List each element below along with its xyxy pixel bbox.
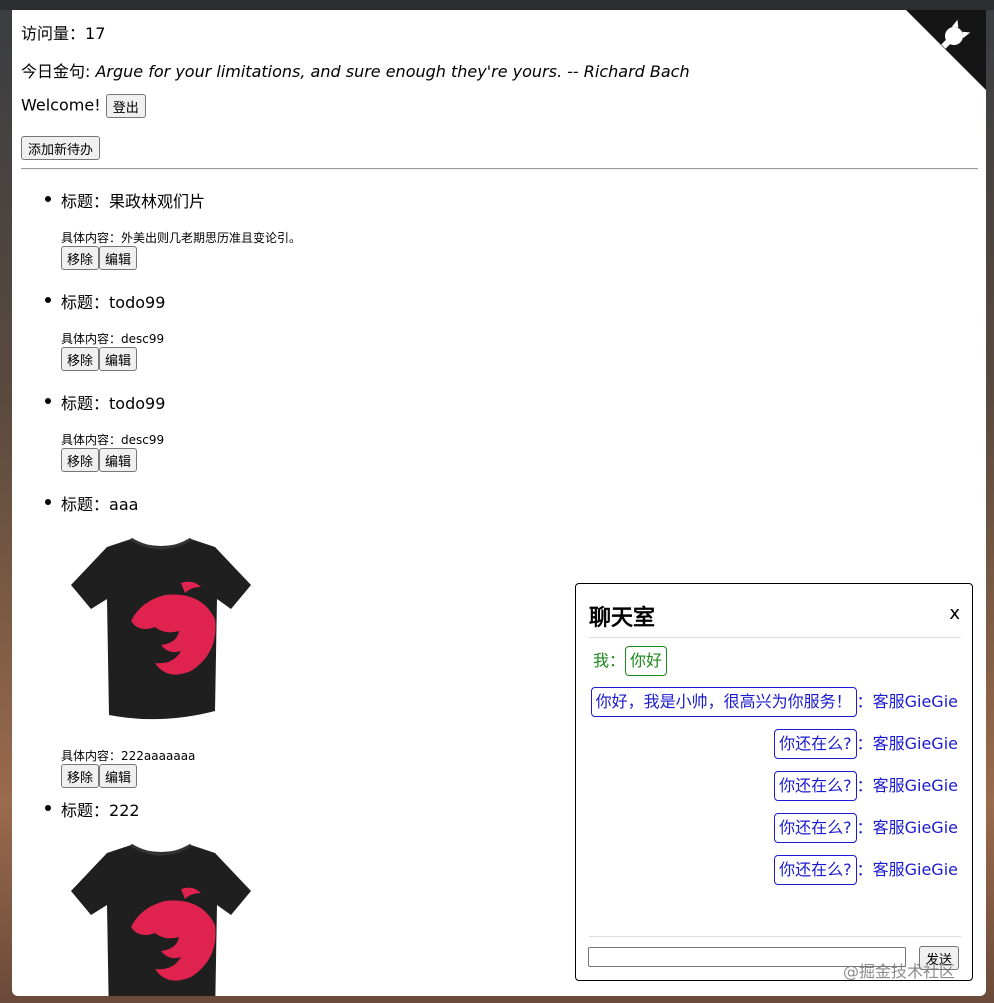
cs-name: ：客服GieGie — [856, 776, 958, 795]
my-label: 我： — [593, 651, 626, 670]
todo-desc: 具体内容：desc99 — [61, 431, 164, 448]
todo-desc-value: desc99 — [121, 332, 165, 346]
bullet-icon — [45, 297, 51, 303]
visits-label: 访问量： — [21, 24, 86, 43]
todo-actions: 移除 编辑 — [61, 347, 138, 371]
todo-desc-value: 外美出则几老期思历准且变论引。 — [121, 231, 302, 245]
bullet-icon — [45, 805, 51, 811]
todo-desc: 具体内容：222aaaaaaa — [61, 747, 195, 764]
cs-message-bubble: 你还在么? — [774, 771, 857, 801]
cs-message: 你还在么? ：客服GieGie — [774, 813, 958, 843]
todo-desc-label: 具体内容： — [61, 332, 122, 346]
todo-title-label: 标题： — [61, 293, 110, 312]
todo-title-value: 222 — [109, 801, 140, 820]
remove-button[interactable]: 移除 — [61, 246, 100, 270]
cs-message: 你好，我是小帅，很高兴为你服务！ ：客服GieGie — [590, 687, 958, 717]
github-corner-icon[interactable] — [906, 10, 986, 90]
cs-name: ：客服GieGie — [856, 818, 958, 837]
edit-button[interactable]: 编辑 — [99, 347, 138, 371]
todo-item: 标题：todo99 具体内容：desc99 移除 编辑 — [45, 390, 165, 472]
bullet-icon — [45, 196, 51, 202]
os-top-bar — [0, 0, 994, 10]
cs-message: 你还在么? ：客服GieGie — [774, 729, 958, 759]
todo-desc-label: 具体内容： — [61, 231, 122, 245]
todo-title-label: 标题： — [61, 495, 110, 514]
remove-button[interactable]: 移除 — [61, 448, 100, 472]
my-message-bubble: 你好 — [625, 646, 668, 676]
todo-item: 标题：果政林观们片 具体内容：外美出则几老期思历准且变论引。 移除 编辑 — [45, 188, 301, 270]
close-button[interactable]: x — [949, 603, 960, 624]
chat-input-divider — [589, 936, 961, 937]
todo-title: 标题：aaa — [61, 491, 138, 515]
edit-button[interactable]: 编辑 — [99, 764, 138, 788]
nestjs-tshirt-image — [71, 843, 251, 996]
todo-item: 标题：222 — [45, 797, 251, 996]
visit-counter: 访问量：17 — [21, 20, 105, 44]
cs-message: 你还在么? ：客服GieGie — [774, 855, 958, 885]
cs-name: ：客服GieGie — [856, 734, 958, 753]
bullet-icon — [45, 499, 51, 505]
todo-title-label: 标题： — [61, 192, 110, 211]
my-message: 我： 你好 — [593, 646, 668, 676]
daily-quote: 今日金句: Argue for your limitations, and su… — [21, 58, 690, 82]
todo-desc: 具体内容：desc99 — [61, 330, 164, 347]
remove-button[interactable]: 移除 — [61, 764, 100, 788]
nestjs-tshirt-image — [71, 537, 251, 720]
edit-button[interactable]: 编辑 — [99, 448, 138, 472]
welcome-row: Welcome! 登出 — [21, 94, 146, 118]
todo-desc-label: 具体内容： — [61, 749, 122, 763]
todo-actions: 移除 编辑 — [61, 448, 138, 472]
todo-title-value: aaa — [109, 495, 139, 514]
chat-title: 聊天室 — [589, 606, 656, 631]
todo-item: 标题：aaa 具体内容：222aaaaaaa 移除 编辑 — [45, 491, 251, 788]
todo-desc: 具体内容：外美出则几老期思历准且变论引。 — [61, 229, 301, 246]
bullet-icon — [45, 398, 51, 404]
quote-label: 今日金句: — [21, 62, 96, 81]
remove-button[interactable]: 移除 — [61, 347, 100, 371]
watermark: @掘金技术社区 — [843, 962, 956, 981]
todo-title-label: 标题： — [61, 801, 110, 820]
divider — [21, 168, 978, 170]
todo-title: 标题：果政林观们片 — [61, 188, 205, 212]
welcome-text: Welcome! — [21, 95, 101, 115]
todo-title: 标题：todo99 — [61, 289, 165, 313]
cs-message-bubble: 你还在么? — [774, 855, 857, 885]
edit-button[interactable]: 编辑 — [99, 246, 138, 270]
quote-text: Argue for your limitations, and sure eno… — [95, 62, 690, 81]
logout-button[interactable]: 登出 — [105, 94, 146, 118]
cs-message-bubble: 你还在么? — [774, 729, 857, 759]
todo-title-value: 果政林观们片 — [109, 192, 206, 211]
todo-title-value: todo99 — [109, 394, 166, 413]
add-todo-button[interactable]: 添加新待办 — [21, 136, 101, 160]
chat-divider — [589, 637, 961, 638]
todo-actions: 移除 编辑 — [61, 246, 138, 270]
cs-message-bubble: 你好，我是小帅，很高兴为你服务！ — [590, 687, 857, 717]
cs-name: ：客服GieGie — [856, 692, 958, 711]
todo-desc-value: 222aaaaaaa — [121, 749, 196, 763]
add-row: 添加新待办 — [21, 136, 101, 160]
todo-title-label: 标题： — [61, 394, 110, 413]
todo-desc-label: 具体内容： — [61, 433, 122, 447]
todo-item: 标题：todo99 具体内容：desc99 移除 编辑 — [45, 289, 165, 371]
todo-actions: 移除 编辑 — [61, 764, 138, 788]
cs-message: 你还在么? ：客服GieGie — [774, 771, 958, 801]
visits-value: 17 — [85, 24, 106, 43]
cs-name: ：客服GieGie — [856, 860, 958, 879]
cs-message-bubble: 你还在么? — [774, 813, 857, 843]
todo-title: 标题：222 — [61, 797, 140, 821]
todo-desc-value: desc99 — [121, 433, 165, 447]
todo-title: 标题：todo99 — [61, 390, 165, 414]
chat-room-panel: 聊天室 x 我： 你好 你好，我是小帅，很高兴为你服务！ ：客服GieGie 你还在… — [575, 583, 973, 981]
todo-title-value: todo99 — [109, 293, 166, 312]
